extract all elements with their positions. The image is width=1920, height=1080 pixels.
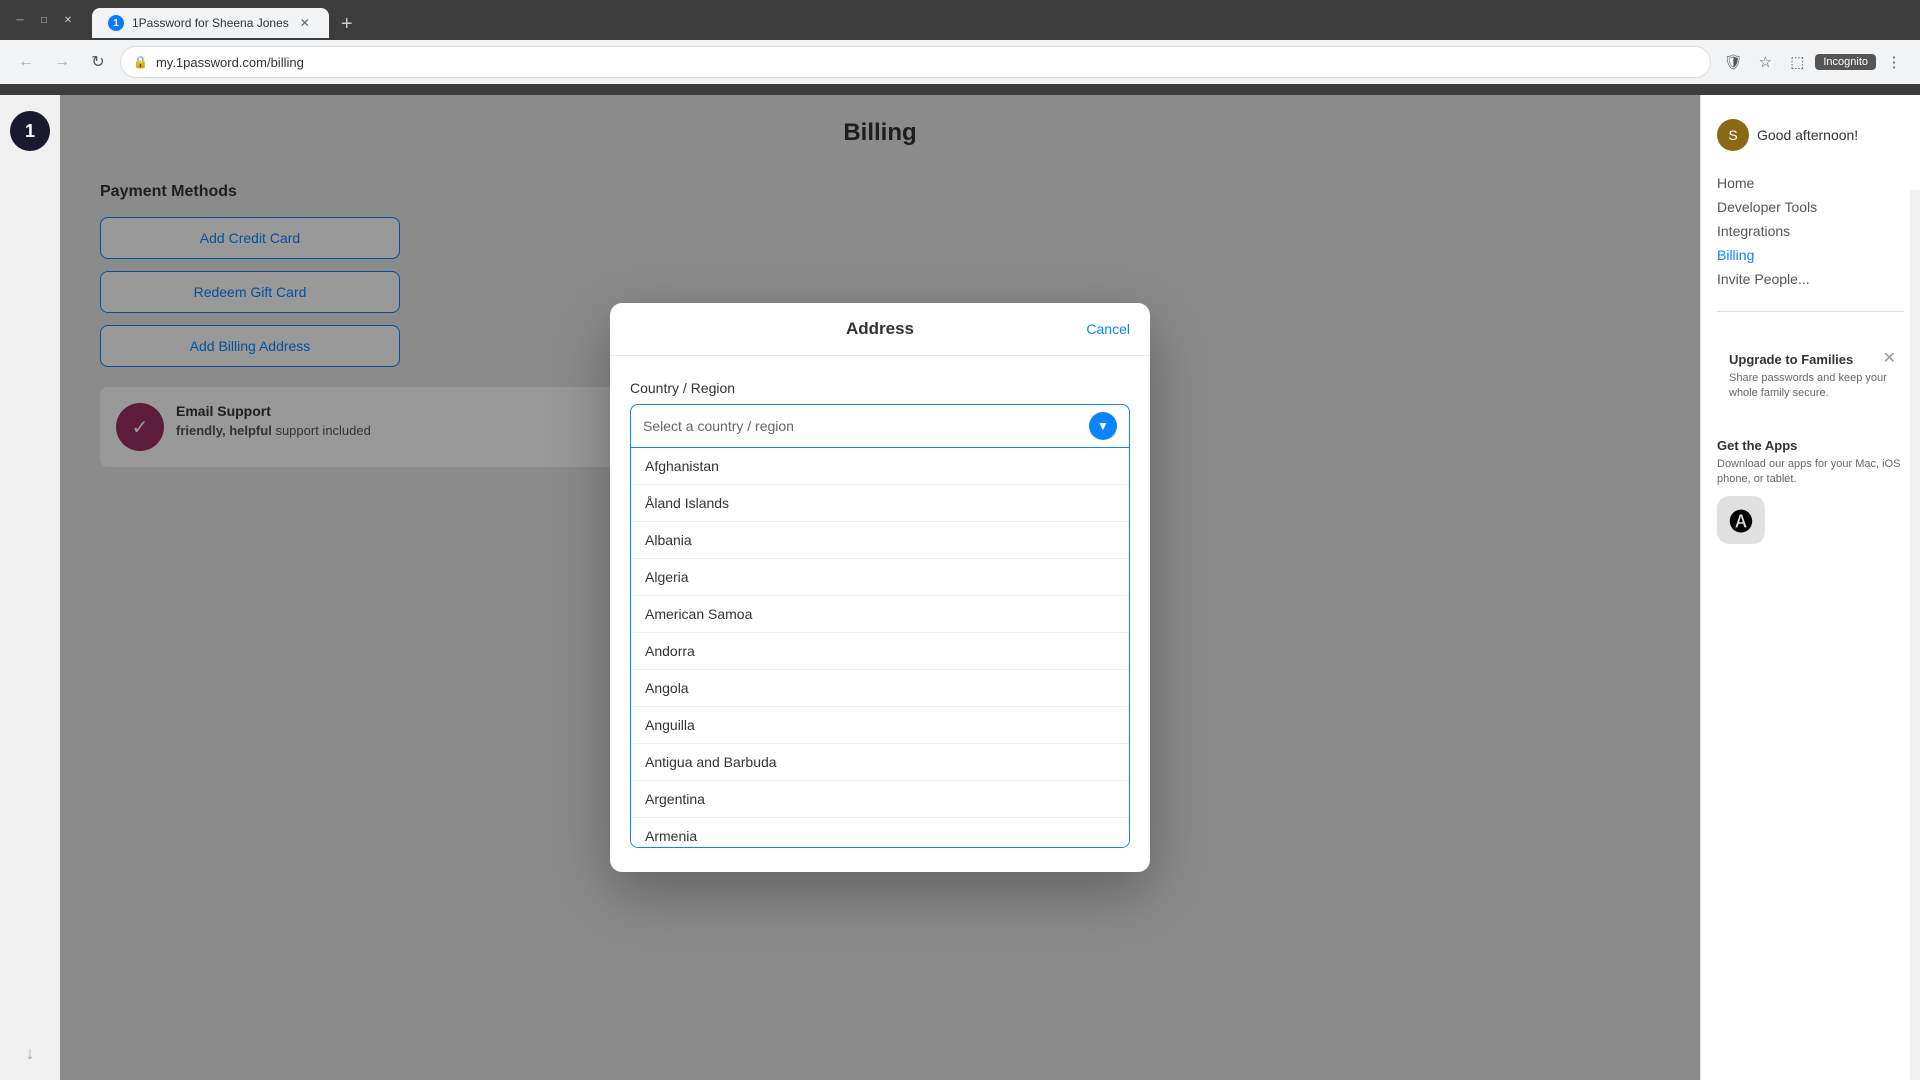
- active-tab[interactable]: 1 1Password for Sheena Jones ✕: [92, 8, 329, 38]
- toolbar-actions: 🛡 ☆ ⬚ Incognito ⋮: [1719, 48, 1908, 76]
- modal-title: Address: [846, 319, 914, 339]
- browser-tabs: 1 1Password for Sheena Jones ✕ +: [84, 2, 369, 38]
- tab-favicon: 1: [108, 15, 124, 31]
- refresh-button[interactable]: ↻: [84, 48, 112, 76]
- window-controls: ─ □ ✕: [12, 12, 76, 28]
- scroll-down-indicator: ↓: [26, 1043, 35, 1064]
- promo-close-button[interactable]: ✕: [1883, 348, 1896, 368]
- get-apps-title: Get the Apps: [1717, 438, 1904, 453]
- lock-icon: 🔒: [133, 55, 148, 69]
- country-item-armenia[interactable]: Armenia: [631, 818, 1129, 848]
- country-select-button[interactable]: Select a country / region ▼: [630, 404, 1130, 448]
- country-item-aland[interactable]: Åland Islands: [631, 485, 1129, 522]
- modal-header: Address Cancel: [610, 303, 1150, 356]
- refresh-icon: ↻: [91, 52, 104, 72]
- country-item-antigua[interactable]: Antigua and Barbuda: [631, 744, 1129, 781]
- star-button[interactable]: ☆: [1751, 48, 1779, 76]
- country-dropdown-list[interactable]: Afghanistan Åland Islands Albania Algeri…: [630, 448, 1130, 848]
- country-region-label: Country / Region: [630, 380, 1130, 396]
- country-item-afghanistan[interactable]: Afghanistan: [631, 448, 1129, 485]
- app-store-icon[interactable]: 🅐: [1717, 496, 1765, 544]
- country-item-anguilla[interactable]: Anguilla: [631, 707, 1129, 744]
- tab-close-button[interactable]: ✕: [297, 15, 313, 31]
- browser-chrome: ─ □ ✕ 1 1Password for Sheena Jones ✕ + ←…: [0, 0, 1920, 95]
- divider: [1717, 311, 1904, 312]
- modal-body: Country / Region Select a country / regi…: [610, 356, 1150, 872]
- select-placeholder: Select a country / region: [643, 418, 794, 434]
- promo-title: Upgrade to Families: [1729, 352, 1892, 367]
- address-modal: Address Cancel Country / Region Select a…: [610, 303, 1150, 872]
- app-logo: 1: [10, 111, 50, 151]
- right-sidebar: S Good afternoon! Home Developer Tools I…: [1700, 95, 1920, 1080]
- page-area: Billing Payment Methods Add Credit Card …: [60, 95, 1700, 1080]
- country-select-wrapper: Select a country / region ▼ Afghanistan …: [630, 404, 1130, 848]
- country-item-andorra[interactable]: Andorra: [631, 633, 1129, 670]
- back-button[interactable]: ←: [12, 48, 40, 76]
- modal-overlay: Address Cancel Country / Region Select a…: [60, 95, 1700, 1080]
- upgrade-families-card: ✕ Upgrade to Families Share passwords an…: [1717, 340, 1904, 414]
- country-item-american-samoa[interactable]: American Samoa: [631, 596, 1129, 633]
- forward-button[interactable]: →: [48, 48, 76, 76]
- nav-integrations[interactable]: Integrations: [1717, 219, 1904, 243]
- close-button[interactable]: ✕: [60, 12, 76, 28]
- menu-button[interactable]: ⋮: [1880, 48, 1908, 76]
- new-tab-button[interactable]: +: [333, 10, 361, 38]
- maximize-button[interactable]: □: [36, 12, 52, 28]
- country-item-angola[interactable]: Angola: [631, 670, 1129, 707]
- promo-text: Share passwords and keep your whole fami…: [1729, 371, 1892, 402]
- country-item-algeria[interactable]: Algeria: [631, 559, 1129, 596]
- browser-titlebar: ─ □ ✕ 1 1Password for Sheena Jones ✕ +: [0, 0, 1920, 40]
- nav-developer-tools[interactable]: Developer Tools: [1717, 195, 1904, 219]
- main-content: 1 ↓ Billing Payment Methods Add Credit C…: [0, 95, 1920, 1080]
- page-scrollbar[interactable]: [1910, 190, 1920, 1080]
- cancel-button[interactable]: Cancel: [1086, 321, 1130, 337]
- minimize-button[interactable]: ─: [12, 12, 28, 28]
- left-sidebar: 1 ↓: [0, 95, 60, 1080]
- country-item-albania[interactable]: Albania: [631, 522, 1129, 559]
- get-apps-section: Get the Apps Download our apps for your …: [1717, 438, 1904, 544]
- browser-toolbar: ← → ↻ 🔒 my.1password.com/billing 🛡 ☆ ⬚ I…: [0, 40, 1920, 84]
- address-bar[interactable]: 🔒 my.1password.com/billing: [120, 46, 1711, 78]
- user-avatar: S: [1717, 119, 1749, 151]
- get-apps-text: Download our apps for your Mac, iOS phon…: [1717, 457, 1904, 488]
- forward-icon: →: [54, 53, 70, 71]
- back-icon: ←: [18, 53, 34, 71]
- extensions-button[interactable]: ⬚: [1783, 48, 1811, 76]
- country-item-argentina[interactable]: Argentina: [631, 781, 1129, 818]
- greeting-text: Good afternoon!: [1757, 127, 1858, 143]
- tab-title: 1Password for Sheena Jones: [132, 16, 289, 30]
- url-text: my.1password.com/billing: [156, 55, 1698, 70]
- nav-links: Home Developer Tools Integrations Billin…: [1717, 171, 1904, 291]
- nav-billing[interactable]: Billing: [1717, 243, 1904, 267]
- shield-icon-btn[interactable]: 🛡: [1719, 48, 1747, 76]
- nav-invite-people[interactable]: Invite People...: [1717, 267, 1904, 291]
- right-sidebar-header: S Good afternoon!: [1717, 111, 1904, 159]
- incognito-badge: Incognito: [1815, 54, 1876, 70]
- nav-home[interactable]: Home: [1717, 171, 1904, 195]
- chevron-down-icon: ▼: [1089, 412, 1117, 440]
